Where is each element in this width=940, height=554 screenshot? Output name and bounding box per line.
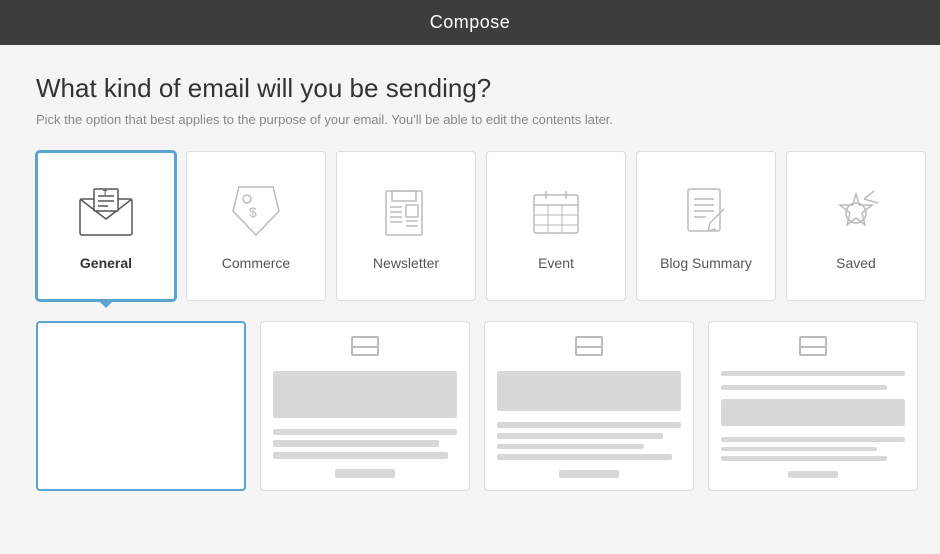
tpl4-line1 <box>721 371 905 376</box>
tpl3-image-block <box>497 371 681 411</box>
svg-text:T: T <box>103 190 108 197</box>
tpl2-line1 <box>273 429 457 436</box>
tpl4-line3 <box>721 437 905 442</box>
newsletter-icon <box>374 181 438 245</box>
tpl4-image-block <box>721 399 905 426</box>
template-cards-row <box>36 321 904 491</box>
tpl4-button <box>788 471 838 478</box>
commerce-icon: $ <box>224 181 288 245</box>
saved-icon <box>824 181 888 245</box>
tpl3-line2 <box>497 433 663 439</box>
tpl3-line1 <box>497 422 681 428</box>
event-icon <box>524 181 588 245</box>
tpl2-email-icon <box>273 336 457 362</box>
type-card-general[interactable]: T General <box>36 151 176 301</box>
page-subtitle: Pick the option that best applies to the… <box>36 112 904 127</box>
general-label: General <box>80 255 132 271</box>
event-label: Event <box>538 255 574 271</box>
type-cards-row: T General $ Commerce <box>36 151 904 301</box>
template-card-2[interactable] <box>260 321 470 491</box>
template-card-1[interactable] <box>36 321 246 491</box>
tpl3-line4 <box>497 454 672 460</box>
commerce-label: Commerce <box>222 255 290 271</box>
title-bar-label: Compose <box>430 12 511 32</box>
tpl2-line2 <box>273 440 439 447</box>
template-card-3[interactable] <box>484 321 694 491</box>
tpl2-line3 <box>273 452 448 459</box>
page-title: What kind of email will you be sending? <box>36 73 904 104</box>
type-card-newsletter[interactable]: Newsletter <box>336 151 476 301</box>
tpl3-button <box>559 470 619 478</box>
type-card-blog-summary[interactable]: Blog Summary <box>636 151 776 301</box>
tpl4-line4 <box>721 447 877 452</box>
saved-label: Saved <box>836 255 876 271</box>
blog-summary-icon <box>674 181 738 245</box>
tpl4-line5 <box>721 456 887 461</box>
tpl3-line3 <box>497 444 644 450</box>
newsletter-label: Newsletter <box>373 255 439 271</box>
type-card-commerce[interactable]: $ Commerce <box>186 151 326 301</box>
tpl2-button <box>335 469 395 478</box>
template-card-4[interactable] <box>708 321 918 491</box>
svg-text:$: $ <box>249 204 257 220</box>
tpl3-email-icon <box>497 336 681 362</box>
main-content: What kind of email will you be sending? … <box>0 45 940 511</box>
title-bar: Compose <box>0 0 940 45</box>
blog-summary-label: Blog Summary <box>660 255 752 271</box>
type-card-saved[interactable]: Saved <box>786 151 926 301</box>
general-icon: T <box>74 181 138 245</box>
type-card-event[interactable]: Event <box>486 151 626 301</box>
tpl4-line2 <box>721 385 887 390</box>
tpl4-email-icon <box>721 336 905 362</box>
tpl2-image-block <box>273 371 457 418</box>
